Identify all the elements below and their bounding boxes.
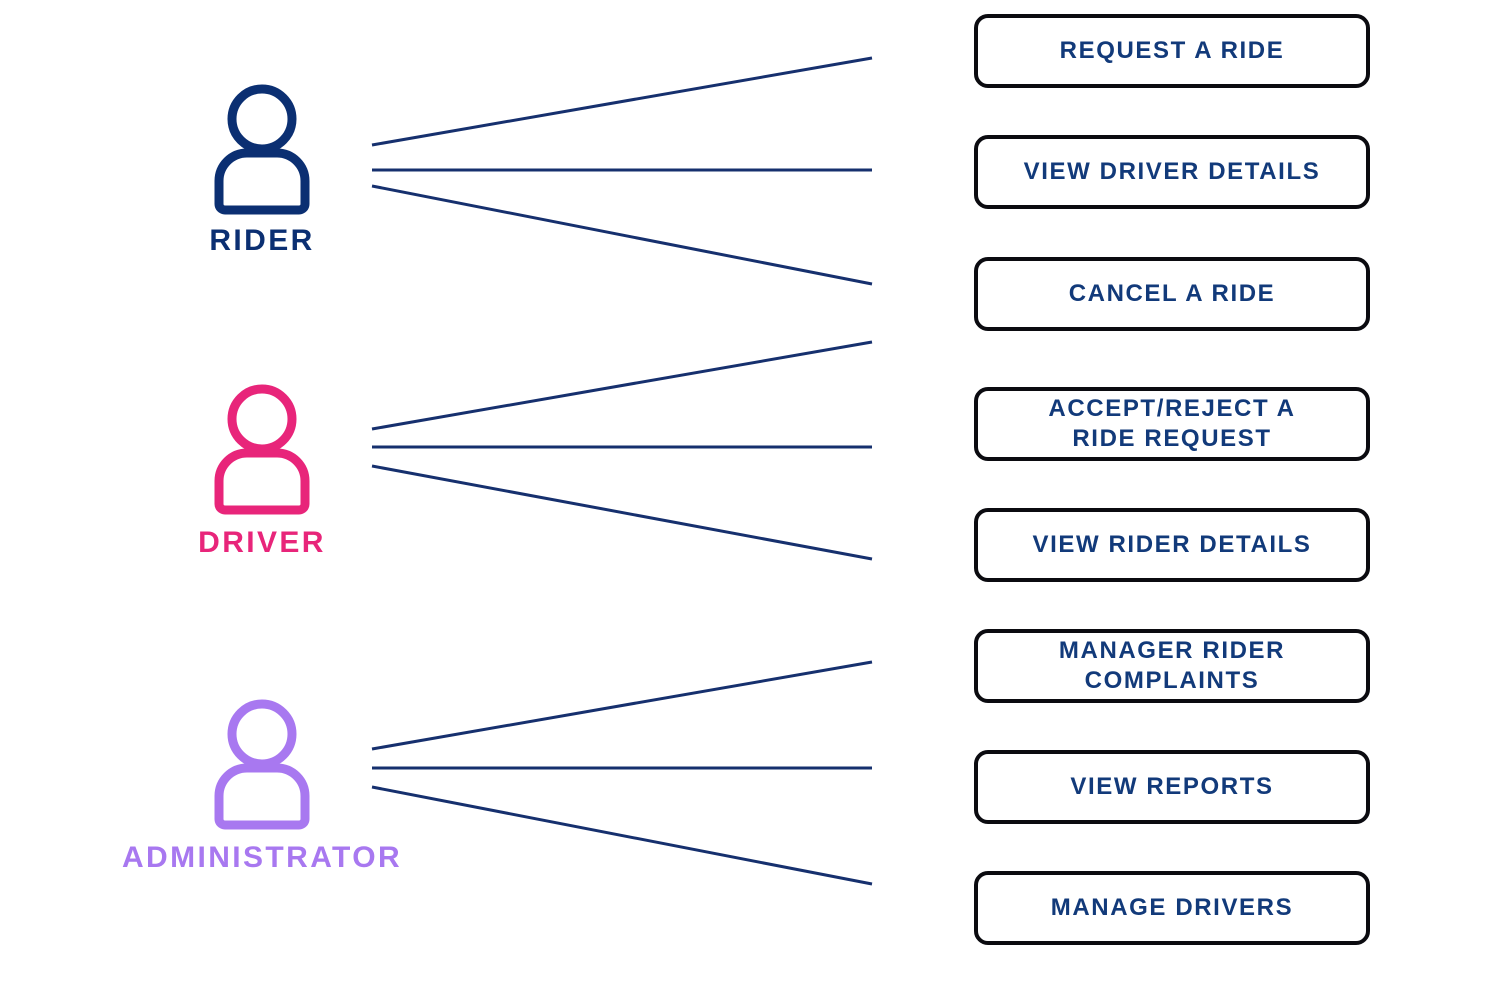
usecase-view-reports[interactable]: VIEW REPORTS — [974, 750, 1370, 824]
usecase-view-rider-details[interactable]: VIEW RIDER DETAILS — [974, 508, 1370, 582]
usecase-label: CANCEL A RIDE — [1068, 280, 1276, 307]
usecase-request-a-ride[interactable]: REQUEST A RIDE — [974, 14, 1370, 88]
usecase-label: ACCEPT/REJECT A RIDE REQUEST — [1048, 395, 1296, 452]
usecase-label: VIEW REPORTS — [1070, 773, 1274, 800]
usecase-manager-rider-complaints[interactable]: MANAGER RIDER COMPLAINTS — [974, 629, 1370, 703]
usecase-label: MANAGER RIDER COMPLAINTS — [1058, 637, 1286, 694]
usecase-list: REQUEST A RIDE VIEW DRIVER DETAILS CANCEL … — [0, 0, 1500, 1000]
usecase-label: REQUEST A RIDE — [1059, 37, 1285, 64]
use-case-diagram: RIDER DRIVER ADMINISTRATOR REQUEST A RIDE V… — [0, 0, 1500, 1000]
usecase-label: VIEW RIDER DETAILS — [1032, 531, 1312, 558]
usecase-manage-drivers[interactable]: MANAGE DRIVERS — [974, 871, 1370, 945]
usecase-cancel-a-ride[interactable]: CANCEL A RIDE — [974, 257, 1370, 331]
usecase-label: VIEW DRIVER DETAILS — [1023, 158, 1321, 185]
usecase-label: MANAGE DRIVERS — [1050, 894, 1294, 921]
usecase-accept-reject-a-ride-request[interactable]: ACCEPT/REJECT A RIDE REQUEST — [974, 387, 1370, 461]
usecase-view-driver-details[interactable]: VIEW DRIVER DETAILS — [974, 135, 1370, 209]
